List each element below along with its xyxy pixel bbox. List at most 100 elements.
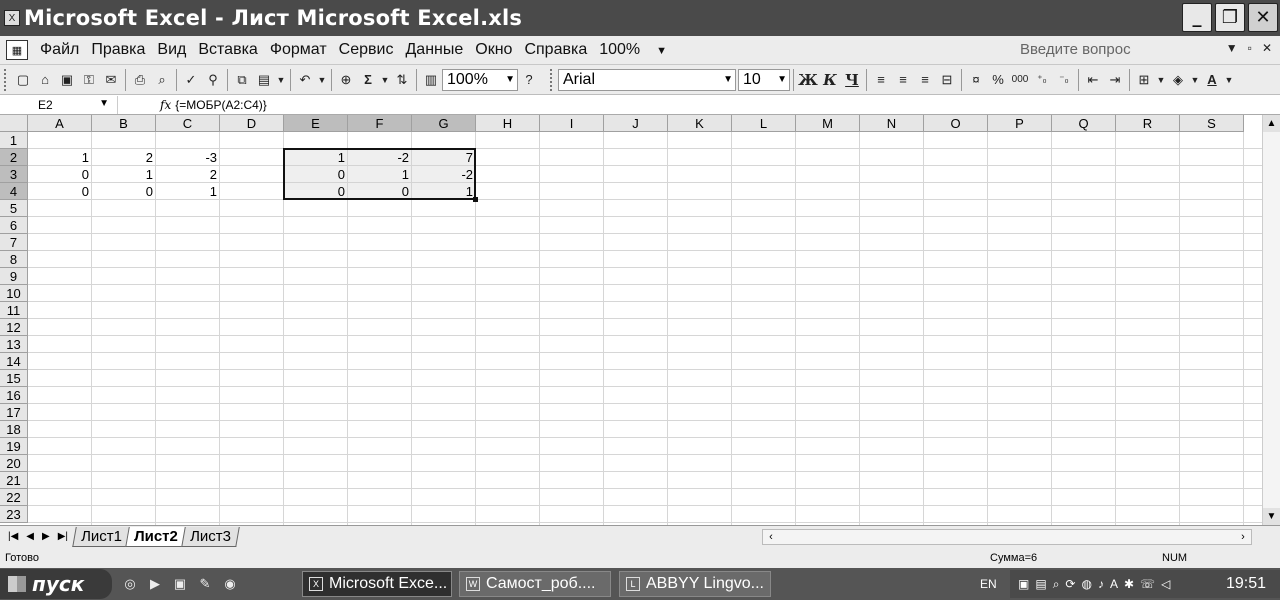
font-color-icon[interactable]: A xyxy=(1202,70,1222,90)
phone-icon[interactable]: ☏ xyxy=(1140,577,1155,592)
cell-f4[interactable]: 0 xyxy=(348,183,412,200)
column-header-l[interactable]: L xyxy=(732,115,796,132)
prev-sheet-icon[interactable]: ◀ xyxy=(26,531,34,542)
row-header-12[interactable]: 12 xyxy=(0,319,28,336)
sheet-tab-2[interactable]: Лист2 xyxy=(125,526,187,547)
increase-indent-icon[interactable]: ⇥ xyxy=(1105,70,1125,90)
restore-icon[interactable]: ▫ xyxy=(1248,41,1252,55)
column-header-o[interactable]: O xyxy=(924,115,988,132)
cell-g2[interactable]: 7 xyxy=(412,149,476,166)
browser-icon[interactable]: ◎ xyxy=(122,576,138,592)
cell-c3[interactable]: 2 xyxy=(156,166,220,183)
menu-edit[interactable]: Правка xyxy=(85,41,151,59)
underline-button[interactable]: Ч xyxy=(842,70,862,90)
row-header-11[interactable]: 11 xyxy=(0,302,28,319)
last-sheet-icon[interactable]: ▶| xyxy=(58,531,68,542)
row-header-15[interactable]: 15 xyxy=(0,370,28,387)
cell-f2[interactable]: -2 xyxy=(348,149,412,166)
paste-icon[interactable]: ▤ xyxy=(254,70,274,90)
row-header-20[interactable]: 20 xyxy=(0,455,28,472)
print-icon[interactable]: ⎙ xyxy=(130,70,150,90)
sheet-tab-1[interactable]: Лист1 xyxy=(72,526,131,547)
start-button[interactable]: пуск xyxy=(0,569,112,599)
messenger-icon[interactable]: ◉ xyxy=(222,576,238,592)
menu-window[interactable]: Окно xyxy=(469,41,518,59)
cell-c4[interactable]: 1 xyxy=(156,183,220,200)
menu-zoom[interactable]: 100% ▼ xyxy=(593,41,673,59)
minimize-button[interactable]: _ xyxy=(1182,3,1212,32)
excel-app-icon[interactable]: X xyxy=(4,10,20,26)
row-header-13[interactable]: 13 xyxy=(0,336,28,353)
chevron-down-icon[interactable]: ▼ xyxy=(1156,70,1166,90)
workbook-icon[interactable]: ▦ xyxy=(6,40,28,60)
zoom-combo[interactable]: 100% ▼ xyxy=(442,68,518,91)
column-header-g[interactable]: G xyxy=(412,115,476,132)
chevron-down-icon[interactable]: ▼ xyxy=(1226,41,1238,55)
cell-b4[interactable]: 0 xyxy=(92,183,156,200)
sort-ascending-icon[interactable]: ⇅ xyxy=(392,70,412,90)
cell-e3[interactable]: 0 xyxy=(284,166,348,183)
increase-decimal-icon[interactable]: ⁺₀ xyxy=(1032,70,1052,90)
column-header-m[interactable]: M xyxy=(796,115,860,132)
chevron-down-icon[interactable]: ▼ xyxy=(317,70,327,90)
row-header-18[interactable]: 18 xyxy=(0,421,28,438)
sheet-tab-3[interactable]: Лист3 xyxy=(180,526,240,547)
row-header-23[interactable]: 23 xyxy=(0,506,28,523)
antivirus-icon[interactable]: ◍ xyxy=(1081,577,1091,592)
worksheet-grid[interactable]: A B C D E F G H I J K L M N O P Q R S 1 2 3 4 5 6 7 8 9 10 11 12 13 14 15… xyxy=(0,115,1262,525)
undo-icon[interactable]: ↶ xyxy=(295,70,315,90)
menu-tools[interactable]: Сервис xyxy=(333,41,400,59)
column-header-j[interactable]: J xyxy=(604,115,668,132)
help-question-box[interactable]: Введите вопрос xyxy=(1020,41,1131,58)
formula-input[interactable]: {=МОБР(A2:C4)} xyxy=(175,98,267,112)
open-folder-icon[interactable]: ⌂ xyxy=(35,70,55,90)
bluetooth-icon[interactable]: ✱ xyxy=(1124,577,1134,592)
cell-f3[interactable]: 1 xyxy=(348,166,412,183)
merge-center-icon[interactable]: ⊟ xyxy=(937,70,957,90)
cell-c2[interactable]: -3 xyxy=(156,149,220,166)
update-icon[interactable]: ⟳ xyxy=(1065,577,1075,592)
menu-file[interactable]: Файл xyxy=(34,41,85,59)
cell-g3[interactable]: -2 xyxy=(412,166,476,183)
column-header-i[interactable]: I xyxy=(540,115,604,132)
cell-a2[interactable]: 1 xyxy=(28,149,92,166)
chevron-down-icon[interactable]: ▼ xyxy=(723,74,733,85)
cell-b3[interactable]: 1 xyxy=(92,166,156,183)
desktop-icon[interactable]: ▣ xyxy=(172,576,188,592)
column-header-p[interactable]: P xyxy=(988,115,1052,132)
email-icon[interactable]: ✉ xyxy=(101,70,121,90)
row-header-9[interactable]: 9 xyxy=(0,268,28,285)
chart-wizard-icon[interactable]: ▥ xyxy=(421,70,441,90)
column-header-r[interactable]: R xyxy=(1116,115,1180,132)
print-preview-icon[interactable]: ⌕ xyxy=(152,70,172,90)
menu-help[interactable]: Справка xyxy=(518,41,593,59)
column-header-f[interactable]: F xyxy=(348,115,412,132)
decrease-indent-icon[interactable]: ⇤ xyxy=(1083,70,1103,90)
font-name-combo[interactable]: Arial ▼ xyxy=(558,68,736,91)
chevron-down-icon[interactable]: ▼ xyxy=(380,70,390,90)
row-header-8[interactable]: 8 xyxy=(0,251,28,268)
volume-icon[interactable]: ◁ xyxy=(1161,577,1170,592)
chevron-down-icon[interactable]: ▼ xyxy=(1224,70,1234,90)
close-icon[interactable]: ✕ xyxy=(1262,41,1272,55)
menu-insert[interactable]: Вставка xyxy=(192,41,263,59)
display-icon[interactable]: ▤ xyxy=(1035,577,1046,592)
toolbar-grip[interactable] xyxy=(550,68,554,91)
name-box[interactable]: E2 ▼ xyxy=(0,95,118,114)
column-header-h[interactable]: H xyxy=(476,115,540,132)
audio-icon[interactable]: ♪ xyxy=(1098,577,1104,592)
row-header-16[interactable]: 16 xyxy=(0,387,28,404)
select-all-corner[interactable] xyxy=(0,115,28,132)
row-header-7[interactable]: 7 xyxy=(0,234,28,251)
borders-icon[interactable]: ⊞ xyxy=(1134,70,1154,90)
hyperlink-icon[interactable]: ⊕ xyxy=(336,70,356,90)
row-header-14[interactable]: 14 xyxy=(0,353,28,370)
search-icon[interactable]: ⌕ xyxy=(1053,577,1060,592)
row-header-19[interactable]: 19 xyxy=(0,438,28,455)
close-button[interactable]: ✕ xyxy=(1248,3,1278,32)
cell-e2[interactable]: 1 xyxy=(284,149,348,166)
row-header-3[interactable]: 3 xyxy=(0,166,28,183)
cell-b2[interactable]: 2 xyxy=(92,149,156,166)
row-header-10[interactable]: 10 xyxy=(0,285,28,302)
thousands-button[interactable]: 000 xyxy=(1010,70,1030,90)
